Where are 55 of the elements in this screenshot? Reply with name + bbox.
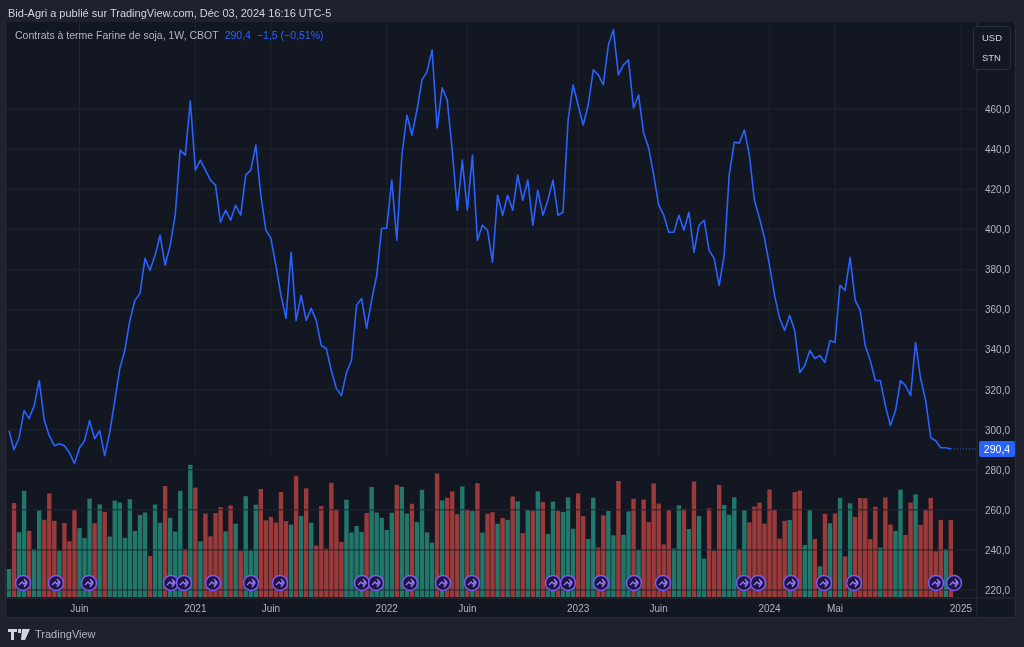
time-axis-label: 2021 bbox=[184, 603, 207, 614]
last-price: 290,4 bbox=[224, 29, 251, 41]
time-axis-label: 2024 bbox=[758, 603, 781, 614]
time-axis-label: Juin bbox=[458, 603, 477, 614]
price-axis-label: 280,0 bbox=[985, 464, 1011, 476]
symbol-title: Contrats à terme Farine de soja, 1W, CBOT bbox=[15, 29, 219, 41]
logo-icon bbox=[8, 628, 30, 640]
time-axis-label: 2023 bbox=[567, 603, 590, 614]
price-axis-label: 300,0 bbox=[985, 424, 1011, 436]
time-axis-label: Juin bbox=[70, 603, 89, 614]
brand-name: TradingView bbox=[35, 627, 96, 642]
price-axis-label: 260,0 bbox=[985, 504, 1011, 516]
arrow-circle-icon[interactable] bbox=[749, 574, 767, 592]
currency-option[interactable]: STN bbox=[981, 49, 1002, 67]
arrow-circle-icon[interactable] bbox=[815, 574, 833, 592]
arrow-circle-icon[interactable] bbox=[654, 574, 672, 592]
arrow-circle-icon[interactable] bbox=[204, 574, 222, 592]
arrow-circle-icon[interactable] bbox=[14, 574, 32, 592]
time-axis-label: 2025 bbox=[949, 603, 973, 614]
arrow-circle-icon[interactable] bbox=[945, 574, 963, 592]
price-axis-label: 240,0 bbox=[985, 544, 1011, 556]
arrow-circle-icon[interactable] bbox=[559, 574, 577, 592]
time-axis-label: Juin bbox=[649, 603, 668, 614]
price-axis-label: 220,0 bbox=[985, 585, 1011, 596]
arrow-circle-icon[interactable] bbox=[927, 574, 945, 592]
time-axis-label: Juin bbox=[261, 603, 281, 614]
arrow-circle-icon[interactable] bbox=[367, 574, 385, 592]
price-axis-label: 380,0 bbox=[985, 264, 1011, 276]
arrow-circle-icon[interactable] bbox=[80, 574, 98, 592]
price-axis-label: 360,0 bbox=[985, 304, 1011, 316]
publisher-caption: Bid-Agri a publié sur TradingView.com, Déc 03, 2024 16:16 UTC-5 bbox=[7, 6, 333, 21]
price-axis-label: 320,0 bbox=[985, 384, 1011, 396]
price-axis-label: 440,0 bbox=[985, 144, 1011, 156]
arrow-circle-icon[interactable] bbox=[845, 574, 863, 592]
price-change: −1,5 (−0,51%) bbox=[256, 29, 324, 41]
last-price-line bbox=[950, 448, 978, 450]
arrow-circle-icon[interactable] bbox=[434, 574, 452, 592]
arrow-circle-icon[interactable] bbox=[463, 574, 481, 592]
arrow-circle-icon[interactable] bbox=[242, 574, 260, 592]
price-axis-label: 400,0 bbox=[985, 224, 1011, 236]
arrow-circle-icon[interactable] bbox=[544, 574, 562, 592]
arrow-circle-icon[interactable] bbox=[625, 574, 643, 592]
price-axis-label: 420,0 bbox=[985, 184, 1011, 196]
time-axis-label: Mai bbox=[826, 603, 844, 614]
arrow-circle-icon[interactable] bbox=[401, 574, 419, 592]
time-axis-label: 2022 bbox=[375, 603, 398, 614]
arrow-circle-icon[interactable] bbox=[175, 574, 193, 592]
last-price-label: 290,4 bbox=[979, 440, 1015, 457]
arrow-circle-icon[interactable] bbox=[47, 574, 65, 592]
arrow-circle-icon[interactable] bbox=[782, 574, 800, 592]
currency-option[interactable]: USD bbox=[981, 29, 1002, 47]
price-axis-label: 460,0 bbox=[985, 104, 1011, 115]
price-axis-label: 340,0 bbox=[985, 344, 1011, 356]
arrow-circle-icon[interactable] bbox=[271, 574, 289, 592]
arrow-circle-icon[interactable] bbox=[592, 574, 610, 592]
